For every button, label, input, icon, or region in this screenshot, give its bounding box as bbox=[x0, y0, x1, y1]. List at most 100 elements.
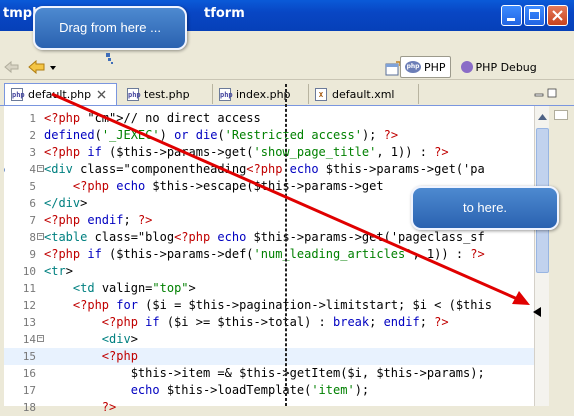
close-icon bbox=[552, 10, 563, 21]
code-line[interactable]: 12 <?php for ($i = $this->pagination->li… bbox=[0, 297, 549, 314]
close-button[interactable] bbox=[547, 5, 568, 26]
code-text: <?php if ($i >= $this->total) : break; e… bbox=[101, 315, 449, 329]
code-line[interactable]: 13 <?php if ($i >= $this->total) : break… bbox=[0, 314, 549, 331]
drag-from-text: Drag from here ... bbox=[59, 20, 161, 35]
fold-icon[interactable]: − bbox=[37, 165, 44, 172]
code-text: <?php bbox=[101, 349, 138, 363]
code-text: ?> bbox=[101, 400, 117, 414]
minimize-button[interactable] bbox=[501, 5, 522, 26]
code-text: <?php for ($i = $this->pagination->limit… bbox=[72, 298, 492, 312]
callout-tail bbox=[111, 62, 113, 64]
code-line[interactable]: 14 <div> bbox=[0, 331, 549, 348]
back-arrow-icon[interactable] bbox=[28, 60, 46, 74]
line-number: 7 bbox=[29, 214, 36, 227]
php-file-icon: php bbox=[219, 87, 233, 101]
minimize-icon bbox=[507, 18, 515, 21]
window-title-right: tform bbox=[204, 6, 245, 21]
line-number: 15 bbox=[22, 350, 36, 363]
maximize-icon bbox=[529, 9, 540, 20]
drag-from-callout: Drag from here ... bbox=[33, 6, 187, 50]
tab-default-php[interactable]: php default.php bbox=[4, 83, 117, 105]
line-number: 10 bbox=[22, 265, 36, 278]
code-line[interactable]: 8 <table class="blog<?php echo $this->par… bbox=[0, 229, 549, 246]
drag-to-callout: to here. bbox=[411, 186, 559, 230]
code-text: <?php if ($this->params->def('num_leadin… bbox=[44, 247, 485, 261]
code-text: </div> bbox=[44, 196, 88, 210]
close-tab-icon[interactable] bbox=[97, 90, 106, 99]
line-number: 9 bbox=[29, 248, 36, 261]
code-text: <tr> bbox=[44, 264, 73, 278]
perspective-php-debug[interactable]: PHP Debug bbox=[457, 57, 541, 77]
scroll-up-icon[interactable] bbox=[536, 110, 549, 124]
code-line[interactable]: 4 <div class="componentheading<?php echo … bbox=[0, 161, 549, 178]
overview-ruler bbox=[549, 106, 574, 406]
overview-ruler-marker bbox=[554, 110, 568, 120]
tab-test-php[interactable]: php test.php bbox=[121, 84, 213, 104]
code-text: defined('_JEXEC') or die('Restricted acc… bbox=[44, 128, 399, 142]
tab-index-php[interactable]: php index.php bbox=[213, 84, 309, 104]
code-line[interactable]: 17 echo $this->loadTemplate('item'); bbox=[0, 382, 549, 399]
code-text: echo $this->loadTemplate('item'); bbox=[130, 383, 370, 397]
code-line[interactable]: 10 <tr> bbox=[0, 263, 549, 280]
code-line[interactable]: 1 <?php "cm">// no direct access bbox=[0, 110, 549, 127]
line-number: 13 bbox=[22, 316, 36, 329]
maximize-editor-icon[interactable] bbox=[547, 88, 557, 98]
drag-to-text: to here. bbox=[462, 200, 508, 215]
annotation-ruler bbox=[0, 106, 4, 406]
line-number: 17 bbox=[22, 384, 36, 397]
maximize-button[interactable] bbox=[524, 5, 545, 26]
tab-label: default.xml bbox=[332, 87, 395, 101]
vertical-scrollbar[interactable] bbox=[534, 106, 550, 406]
tab-label: index.php bbox=[236, 87, 291, 101]
php-file-icon: php bbox=[127, 87, 141, 101]
line-number: 8 bbox=[29, 231, 36, 244]
line-number: 18 bbox=[22, 401, 36, 414]
minimize-editor-icon[interactable] bbox=[534, 88, 544, 98]
code-editor[interactable]: 1 <?php "cm">// no direct access 2 defined(… bbox=[0, 106, 549, 414]
code-line[interactable]: 11 <td valign="top"> bbox=[0, 280, 549, 297]
code-text: <div class="componentheading<?php echo $… bbox=[44, 162, 485, 176]
line-number: 14 bbox=[22, 333, 36, 346]
drop-position-guide bbox=[285, 84, 287, 406]
line-number: 3 bbox=[29, 146, 36, 159]
line-number: 16 bbox=[22, 367, 36, 380]
php-file-icon: php bbox=[11, 88, 25, 101]
callout-tail bbox=[108, 58, 111, 61]
code-line[interactable]: 3 <?php if ($this->params->get('show_page… bbox=[0, 144, 549, 161]
code-line[interactable]: 16 $this->item =& $this->getItem($i, $th… bbox=[0, 365, 549, 382]
tab-label: default.php bbox=[28, 88, 92, 101]
back-icon[interactable] bbox=[4, 60, 20, 74]
line-number: 4 bbox=[29, 163, 36, 176]
php-debug-perspective-icon bbox=[460, 61, 473, 73]
php-perspective-icon: php bbox=[405, 61, 421, 73]
tab-label: test.php bbox=[144, 87, 190, 101]
callout-tail bbox=[106, 53, 110, 57]
open-perspective-icon[interactable] bbox=[385, 61, 401, 77]
perspective-php-debug-label: PHP Debug bbox=[475, 60, 537, 74]
line-number: 6 bbox=[29, 197, 36, 210]
line-number: 2 bbox=[29, 129, 36, 142]
code-text: <?php "cm">// no direct access bbox=[44, 111, 261, 125]
code-text: $this->item =& $this->getItem($i, $this-… bbox=[44, 366, 485, 380]
fold-icon[interactable]: − bbox=[37, 233, 44, 240]
code-line[interactable]: 2 defined('_JEXEC') or die('Restricted ac… bbox=[0, 127, 549, 144]
xml-file-icon: X bbox=[315, 87, 327, 101]
tab-default-xml[interactable]: X default.xml bbox=[309, 84, 419, 104]
line-number: 1 bbox=[29, 112, 36, 125]
fold-icon[interactable]: − bbox=[37, 335, 44, 342]
code-line[interactable]: 15 <?php bbox=[0, 348, 549, 365]
code-text: <?php echo $this->escape($this->params->… bbox=[72, 179, 384, 193]
code-line[interactable]: 18 ?> bbox=[0, 399, 549, 416]
code-text: <td valign="top"> bbox=[72, 281, 196, 295]
code-text: <?php endif; ?> bbox=[44, 213, 153, 227]
perspective-php-label: PHP bbox=[424, 60, 446, 74]
code-text: <?php if ($this->params->get('show_page_… bbox=[44, 145, 449, 159]
perspective-switcher: php PHP PHP Debug bbox=[400, 55, 541, 79]
line-number: 5 bbox=[29, 180, 36, 193]
perspective-php[interactable]: php PHP bbox=[400, 56, 451, 78]
code-line[interactable]: 9 <?php if ($this->params->def('num_leadi… bbox=[0, 246, 549, 263]
code-text: <table class="blog<?php echo $this->para… bbox=[44, 230, 485, 244]
code-text: <div> bbox=[101, 332, 138, 346]
line-number: 12 bbox=[22, 299, 36, 312]
chevron-down-icon[interactable] bbox=[50, 66, 56, 70]
